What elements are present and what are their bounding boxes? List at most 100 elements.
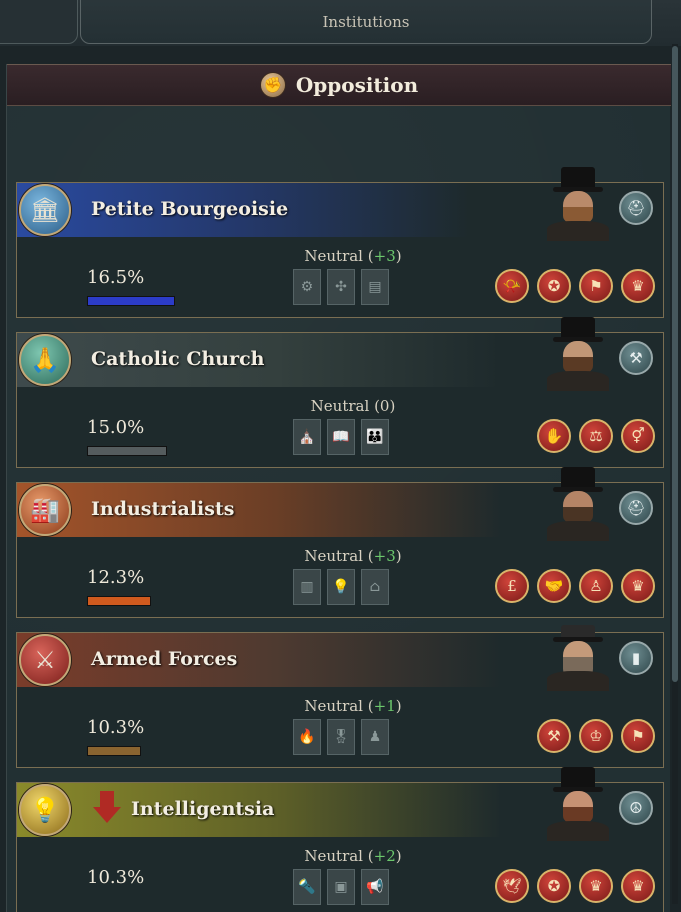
traits-row: ⚙ ✣ ▤ [293,269,389,305]
ideology-worker-icon[interactable]: ♙ [579,569,613,603]
ig-name[interactable]: Catholic Church [91,348,264,370]
hat-badge-icon[interactable]: ⛑ [619,191,653,225]
ig-name[interactable]: Armed Forces [91,648,237,670]
leader-portrait[interactable] [541,617,613,691]
trait-torch-icon[interactable]: 🔦 [293,869,321,905]
approval-text[interactable]: Neutral (+1) [273,697,433,715]
trait-family-icon[interactable]: 👪 [361,419,389,455]
ig-card-catholic-church[interactable]: 🙏 Catholic Church ⚒ Neutral (0) ⛪ 📖 👪 15… [16,317,664,468]
leader-portrait[interactable] [541,317,613,391]
ideology-crown-icon[interactable]: ♛ [579,869,613,903]
approval-label: Neutral [304,847,363,865]
ideology-flag-icon[interactable]: ⚑ [579,269,613,303]
trait-medal-icon[interactable]: 🎖 [327,719,355,755]
clout-value[interactable]: 16.5% [87,267,144,288]
clout-bar [87,596,151,606]
approval-label: Neutral [304,247,363,265]
clout-bar [87,746,141,756]
tab-institutions[interactable]: Institutions [80,0,652,44]
clout-value[interactable]: 15.0% [87,417,144,438]
ig-card-armed-forces[interactable]: ⚔ Armed Forces ▮ Neutral (+1) 🔥 🎖 ♟ 10.3… [16,625,664,768]
traits-row: ⛪ 📖 👪 [293,419,389,455]
ideology-medal-icon[interactable]: ✪ [537,269,571,303]
opposition-header: ✊ Opposition [7,64,671,106]
approval-label: Neutral [310,397,370,415]
tab-previous[interactable] [0,0,78,44]
ideologies-row: £ 🤝 ♙ ♛ [495,569,655,603]
approval-modifier: +3 [373,547,396,565]
approval-paren: ) [395,247,402,265]
approval-label: Neutral [304,547,363,565]
ig-name[interactable]: Intelligentsia [131,798,274,820]
trait-fire-icon[interactable]: 🔥 [293,719,321,755]
trait-gears-icon[interactable]: ✣ [327,269,355,305]
traits-row: 🔦 ▣ 📢 [293,869,389,905]
trait-salute-icon[interactable]: ♟ [361,719,389,755]
hat-badge-icon[interactable]: ⛑ [619,491,653,525]
scrollbar[interactable] [672,44,678,904]
leader-portrait[interactable] [541,167,613,241]
scrollbar-thumb[interactable] [672,46,678,682]
approval-modifier: +3 [373,247,396,265]
trait-bulb-icon[interactable]: 💡 [327,569,355,605]
leader-portrait[interactable] [541,467,613,541]
ideology-handshake-icon[interactable]: 🤝 [537,569,571,603]
opposition-fist-icon: ✊ [259,72,286,98]
ideology-medal-icon[interactable]: ✪ [537,869,571,903]
ideologies-row: ⚒ ♔ ⚑ [537,719,655,753]
approval-paren: ) [395,547,402,565]
ig-card-industrialists[interactable]: 🏭 Industrialists ⛑ Neutral (+3) ▥ 💡 ⌂ 12… [16,467,664,618]
trait-ledger-icon[interactable]: ▥ [293,569,321,605]
clout-value[interactable]: 12.3% [87,567,144,588]
approval-paren: ) [395,847,402,865]
ig-card-intelligentsia[interactable]: 💡 Intelligentsia ☮ Neutral (+2) 🔦 ▣ 📢 10… [16,767,664,912]
ideology-hammer-icon[interactable]: ⚒ [537,719,571,753]
ideology-crown-icon[interactable]: ♛ [621,569,655,603]
ideology-leader-icon[interactable]: ♔ [579,719,613,753]
trait-megaphone-icon[interactable]: 📢 [361,869,389,905]
ig-card-petite-bourgeoisie[interactable]: 🏛 Petite Bourgeoisie ⛑ Neutral (+3) ⚙ ✣ … [16,167,664,318]
traits-row: ▥ 💡 ⌂ [293,569,389,605]
ideology-crown-icon[interactable]: ♛ [621,269,655,303]
ideologies-row: ✋ ⚖ ⚥ [537,419,655,453]
trait-portrait-icon[interactable]: ▣ [327,869,355,905]
clout-bar [87,296,175,306]
ig-name[interactable]: Industrialists [91,498,234,520]
approval-paren: ) [389,397,396,415]
approval-text[interactable]: Neutral (+2) [273,847,433,865]
ideologies-row: 📯 ✪ ⚑ ♛ [495,269,655,303]
trait-mechanism-icon[interactable]: ⚙ [293,269,321,305]
clout-value[interactable]: 10.3% [87,717,144,738]
trait-factory-icon[interactable]: ⌂ [361,569,389,605]
hammer-badge-icon[interactable]: ⚒ [619,341,653,375]
peace-badge-icon[interactable]: ☮ [619,791,653,825]
ideology-crown-icon[interactable]: ♛ [621,869,655,903]
house-icon[interactable]: 🏛 [19,184,71,236]
top-tab-strip: Institutions [0,0,681,46]
trait-document-icon[interactable]: ▤ [361,269,389,305]
approval-modifier: +2 [373,847,396,865]
approval-text[interactable]: Neutral (+3) [273,547,433,565]
approval-text[interactable]: Neutral (+3) [273,247,433,265]
praying-hands-icon[interactable]: 🙏 [19,334,71,386]
lightbulb-icon[interactable]: 💡 [19,784,71,836]
ideology-flag-icon[interactable]: ⚑ [621,719,655,753]
clout-bar [87,446,167,456]
ideology-dove-icon[interactable]: 🕊 [495,869,529,903]
ig-name[interactable]: Petite Bourgeoisie [91,198,288,220]
clout-value[interactable]: 10.3% [87,867,144,888]
factory-icon[interactable]: 🏭 [19,484,71,536]
approval-modifier: +1 [373,697,396,715]
crossed-swords-icon[interactable]: ⚔ [19,634,71,686]
ideology-horn-icon[interactable]: 📯 [495,269,529,303]
trait-cathedral-icon[interactable]: ⛪ [293,419,321,455]
ideology-scales-icon[interactable]: ⚖ [579,419,613,453]
ideology-gender-icon[interactable]: ⚥ [621,419,655,453]
approval-text[interactable]: Neutral (0) [273,397,433,415]
trait-book-icon[interactable]: 📖 [327,419,355,455]
leader-portrait[interactable] [541,767,613,841]
ideology-praying-icon[interactable]: ✋ [537,419,571,453]
ideology-pound-icon[interactable]: £ [495,569,529,603]
approval-label: Neutral [304,697,363,715]
flag-badge-icon[interactable]: ▮ [619,641,653,675]
